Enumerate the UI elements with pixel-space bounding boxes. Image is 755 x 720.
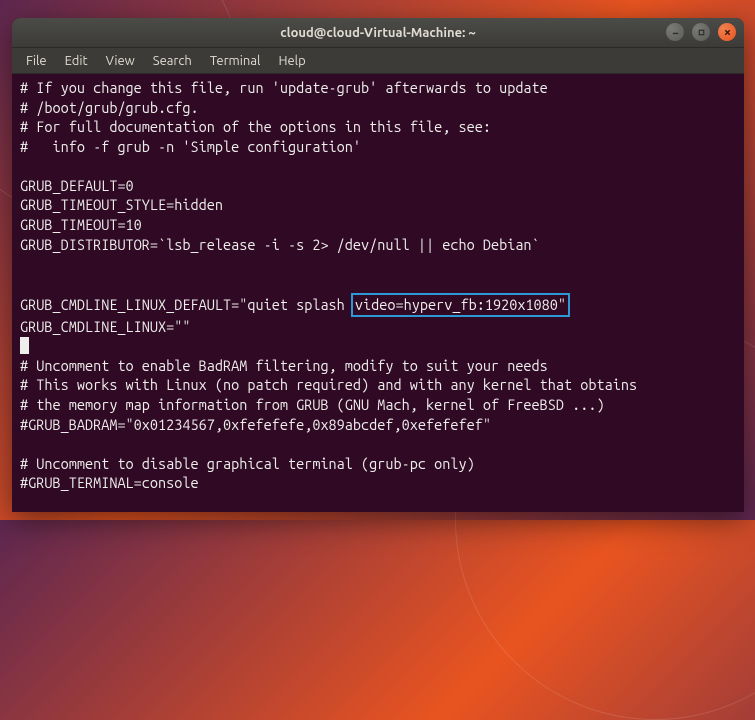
- term-line: # /boot/grub/grub.cfg.: [20, 99, 199, 116]
- menu-view[interactable]: View: [98, 51, 143, 71]
- menu-file[interactable]: File: [18, 51, 55, 71]
- menu-help[interactable]: Help: [270, 51, 313, 71]
- maximize-button[interactable]: [692, 23, 710, 41]
- titlebar: cloud@cloud-Virtual-Machine: ~: [12, 18, 744, 48]
- term-line: # For full documentation of the options …: [20, 118, 491, 135]
- menubar: File Edit View Search Terminal Help: [12, 48, 744, 74]
- term-line-prefix: GRUB_CMDLINE_LINUX_DEFAULT="quiet splash: [20, 296, 353, 313]
- window-title: cloud@cloud-Virtual-Machine: ~: [280, 26, 475, 40]
- window-controls: [666, 23, 736, 41]
- term-line: # Uncomment to disable graphical termina…: [20, 455, 475, 472]
- minimize-icon: [671, 28, 680, 37]
- term-line: # Uncomment to enable BadRAM filtering, …: [20, 357, 548, 374]
- highlighted-text: video=hyperv_fb:1920x1080": [351, 293, 570, 317]
- term-line: GRUB_TIMEOUT=10: [20, 216, 142, 233]
- terminal-window: cloud@cloud-Virtual-Machine: ~ File Edit…: [12, 18, 744, 512]
- term-line: GRUB_CMDLINE_LINUX="": [20, 318, 191, 335]
- term-line: #GRUB_BADRAM="0x01234567,0xfefefefe,0x89…: [20, 416, 491, 433]
- terminal-viewport[interactable]: # If you change this file, run 'update-g…: [12, 74, 744, 512]
- term-line: GRUB_TIMEOUT_STYLE=hidden: [20, 196, 223, 213]
- maximize-icon: [697, 28, 706, 37]
- term-line: # This works with Linux (no patch requir…: [20, 376, 637, 393]
- close-icon: [723, 28, 732, 37]
- close-button[interactable]: [718, 23, 736, 41]
- menu-terminal[interactable]: Terminal: [202, 51, 269, 71]
- term-line: # the memory map information from GRUB (…: [20, 396, 605, 413]
- term-line: #GRUB_TERMINAL=console: [20, 474, 199, 491]
- text-cursor: [20, 337, 29, 354]
- term-line: GRUB_DISTRIBUTOR=`lsb_release -i -s 2> /…: [20, 236, 540, 253]
- term-line: # info -f grub -n 'Simple configuration': [20, 138, 361, 155]
- menu-edit[interactable]: Edit: [57, 51, 96, 71]
- term-line: GRUB_DEFAULT=0: [20, 177, 134, 194]
- menu-search[interactable]: Search: [145, 51, 200, 71]
- minimize-button[interactable]: [666, 23, 684, 41]
- term-line: # If you change this file, run 'update-g…: [20, 79, 548, 96]
